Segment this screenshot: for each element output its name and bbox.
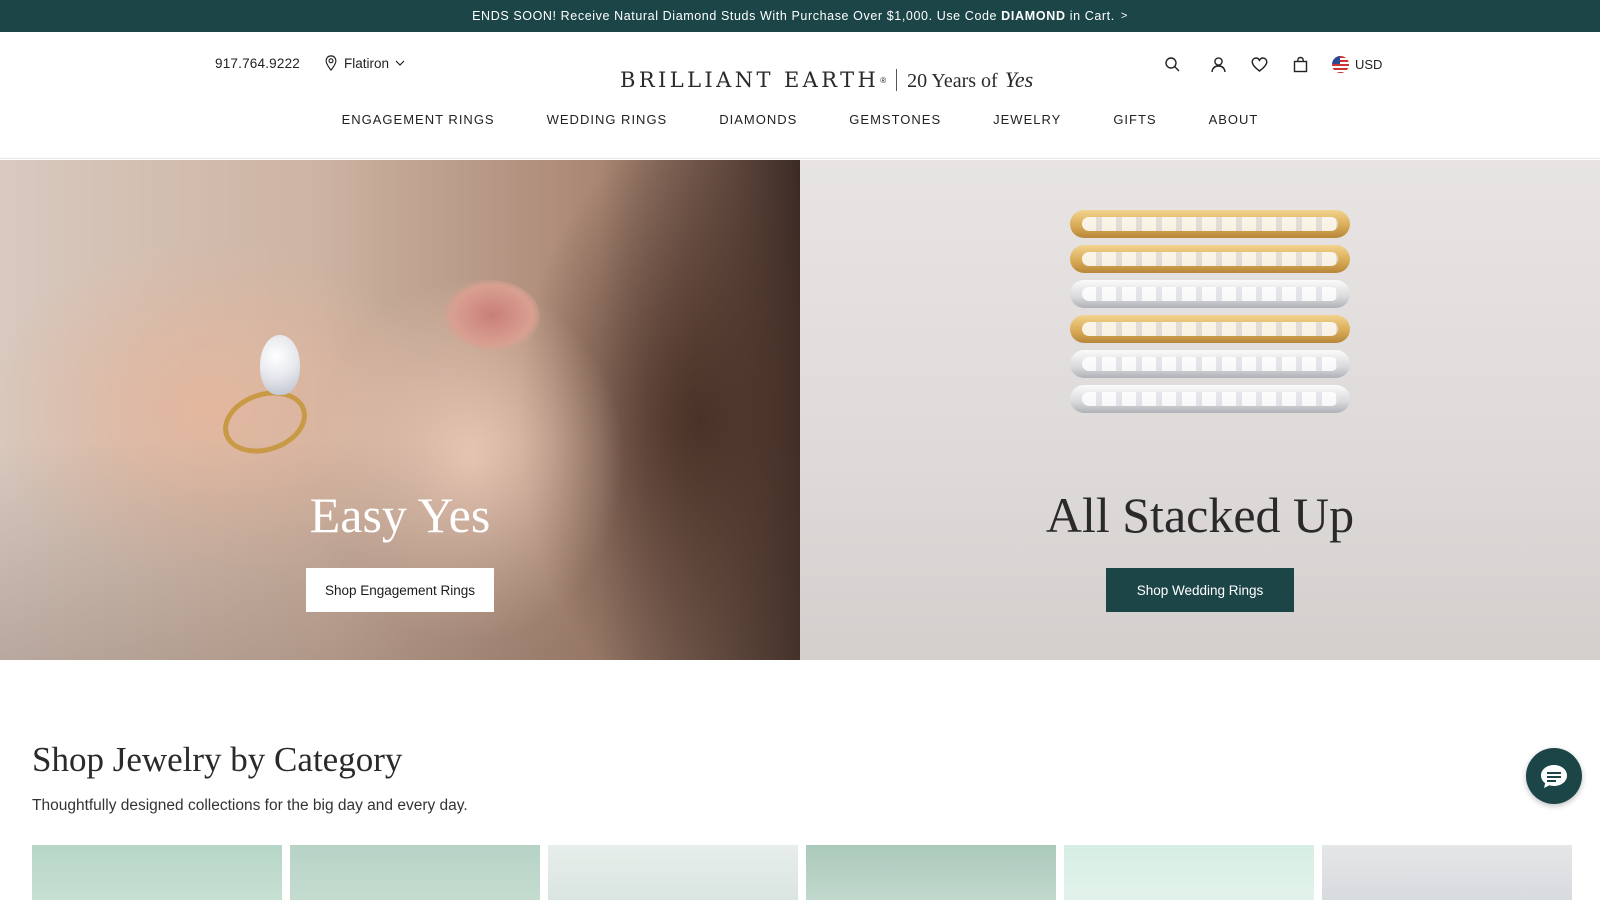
hero-wedding[interactable]: All Stacked Up Shop Wedding Rings — [800, 160, 1600, 660]
chat-button[interactable] — [1526, 748, 1582, 804]
us-flag-icon — [1332, 55, 1349, 73]
hero-image-diamond — [260, 335, 300, 395]
currency-label: USD — [1355, 56, 1383, 72]
chat-icon — [1541, 765, 1567, 788]
nav-wedding-rings[interactable]: WEDDING RINGS — [547, 112, 668, 127]
category-tile[interactable] — [806, 845, 1056, 900]
shop-engagement-rings-button[interactable]: Shop Engagement Rings — [306, 568, 494, 612]
cart-button[interactable] — [1288, 52, 1312, 76]
logo-divider — [896, 69, 898, 91]
nav-gemstones[interactable]: GEMSTONES — [849, 112, 941, 127]
ring-band — [1070, 210, 1350, 238]
bag-icon — [1293, 56, 1307, 72]
logo-tagline: 20 Years of Yes — [907, 67, 1033, 93]
account-icon — [1210, 56, 1226, 72]
chevron-down-icon — [395, 60, 405, 66]
store-selector[interactable]: Flatiron — [324, 55, 405, 71]
phone-number[interactable]: 917.764.9222 — [215, 56, 300, 71]
ring-band — [1070, 385, 1350, 413]
brand-logo[interactable]: BRILLIANT EARTH ® 20 Years of Yes — [620, 60, 1033, 100]
category-tiles — [32, 845, 1572, 900]
category-section-title: Shop Jewelry by Category — [32, 740, 403, 779]
promo-code: DIAMOND — [1001, 9, 1066, 23]
nav-about[interactable]: ABOUT — [1209, 112, 1259, 127]
hero-title-left: Easy Yes — [309, 487, 491, 543]
ring-band — [1070, 350, 1350, 378]
heart-icon — [1250, 56, 1268, 72]
nav-diamonds[interactable]: DIAMONDS — [719, 112, 797, 127]
ring-band — [1070, 315, 1350, 343]
search-button[interactable] — [1160, 52, 1184, 76]
category-tile[interactable] — [1322, 845, 1572, 900]
promo-chevron-icon: > — [1120, 10, 1128, 22]
promo-banner[interactable]: ENDS SOON! Receive Natural Diamond Studs… — [0, 0, 1600, 32]
hero-engagement[interactable]: Easy Yes Shop Engagement Rings — [0, 160, 800, 660]
main-navigation: ENGAGEMENT RINGS WEDDING RINGS DIAMONDS … — [0, 112, 1600, 127]
category-tile[interactable] — [32, 845, 282, 900]
category-tile[interactable] — [290, 845, 540, 900]
wishlist-button[interactable] — [1247, 52, 1271, 76]
site-header: 917.764.9222 Flatiron BRILLIANT EARTH ® … — [0, 32, 1600, 159]
account-button[interactable] — [1206, 52, 1230, 76]
logo-tagline-text: 20 Years of — [907, 70, 998, 92]
category-tile[interactable] — [548, 845, 798, 900]
logo-tagline-script: Yes — [1004, 67, 1034, 92]
shop-wedding-rings-button[interactable]: Shop Wedding Rings — [1106, 568, 1294, 612]
promo-text-end: in Cart. — [1069, 9, 1115, 23]
store-name: Flatiron — [344, 55, 390, 71]
nav-gifts[interactable]: GIFTS — [1113, 112, 1156, 127]
category-tile[interactable] — [1064, 845, 1314, 900]
map-pin-icon — [325, 55, 337, 71]
hero-image-ring-stack — [1070, 210, 1350, 420]
promo-text: ENDS SOON! Receive Natural Diamond Studs… — [472, 9, 998, 23]
registered-mark: ® — [880, 75, 887, 85]
currency-selector[interactable]: USD — [1332, 55, 1383, 73]
hero-image-shade — [0, 440, 800, 660]
nav-engagement-rings[interactable]: ENGAGEMENT RINGS — [342, 112, 495, 127]
hero-image-lips — [445, 280, 540, 350]
hero-title-right: All Stacked Up — [1045, 487, 1355, 543]
ring-band — [1070, 280, 1350, 308]
nav-jewelry[interactable]: JEWELRY — [993, 112, 1061, 127]
header-utility-icons: USD — [1160, 52, 1382, 76]
category-section-subtitle: Thoughtfully designed collections for th… — [32, 797, 468, 814]
ring-band — [1070, 245, 1350, 273]
search-icon — [1164, 56, 1179, 71]
logo-wordmark: BRILLIANT EARTH — [620, 68, 880, 92]
